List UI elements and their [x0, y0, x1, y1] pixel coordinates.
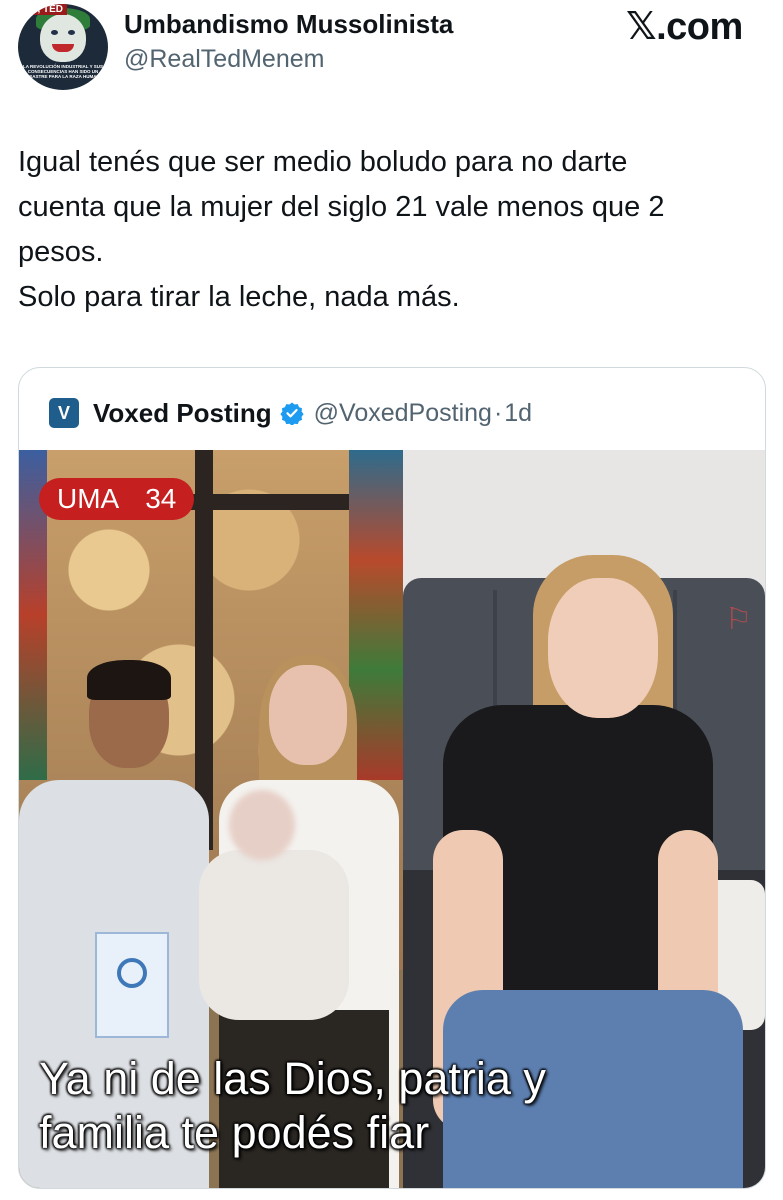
avatar-eye — [51, 30, 58, 35]
quoted-avatar[interactable]: V — [49, 398, 79, 428]
author-handle[interactable]: @RealTedMenem — [124, 45, 324, 74]
avatar-eye — [68, 30, 75, 35]
woman-head — [269, 665, 347, 765]
author-name[interactable]: Umbandismo Mussolinista — [124, 9, 453, 40]
quoted-tweet-header: V Voxed Posting @VoxedPosting · 1d — [49, 395, 532, 431]
avatar-tag: SÍ, TED — [24, 4, 68, 15]
quoted-author-handle[interactable]: @VoxedPosting — [314, 399, 492, 428]
watermark-icon: ⚐ — [725, 603, 752, 636]
media-caption: Ya ni de las Dios, patria y familia te p… — [39, 1053, 546, 1158]
tweet-text: Igual tenés que ser medio boludo para no… — [18, 146, 665, 313]
baby-head-blurred — [229, 790, 295, 860]
dot-separator: · — [493, 398, 503, 427]
quoted-tweet-card[interactable]: V Voxed Posting @VoxedPosting · 1d ⚐ UMA… — [18, 367, 766, 1189]
x-logo: 𝕏.com — [626, 6, 743, 48]
verified-badge-icon — [280, 402, 304, 425]
stained-glass — [349, 450, 403, 780]
baptism-card — [95, 932, 169, 1038]
avatar-face — [40, 14, 86, 62]
quoted-media-image[interactable]: ⚐ UMA 34 Ya ni de las Dios, patria y fam… — [19, 450, 765, 1188]
uma-badge-label: UMA — [57, 483, 120, 514]
woman-head — [548, 578, 658, 718]
author-avatar[interactable]: SÍ, TED LA REVOLUCIÓN INDUSTRIAL Y SUS C… — [18, 4, 108, 90]
uma-badge-number: 34 — [145, 483, 177, 514]
baby-figure — [199, 850, 349, 1020]
uma-badge: UMA 34 — [39, 478, 195, 520]
cross — [195, 450, 213, 850]
man-hair — [87, 660, 171, 700]
quoted-timestamp[interactable]: 1d — [504, 399, 532, 428]
quoted-author-name[interactable]: Voxed Posting — [93, 398, 272, 429]
avatar-caption: LA REVOLUCIÓN INDUSTRIAL Y SUS CONSECUEN… — [22, 64, 104, 79]
